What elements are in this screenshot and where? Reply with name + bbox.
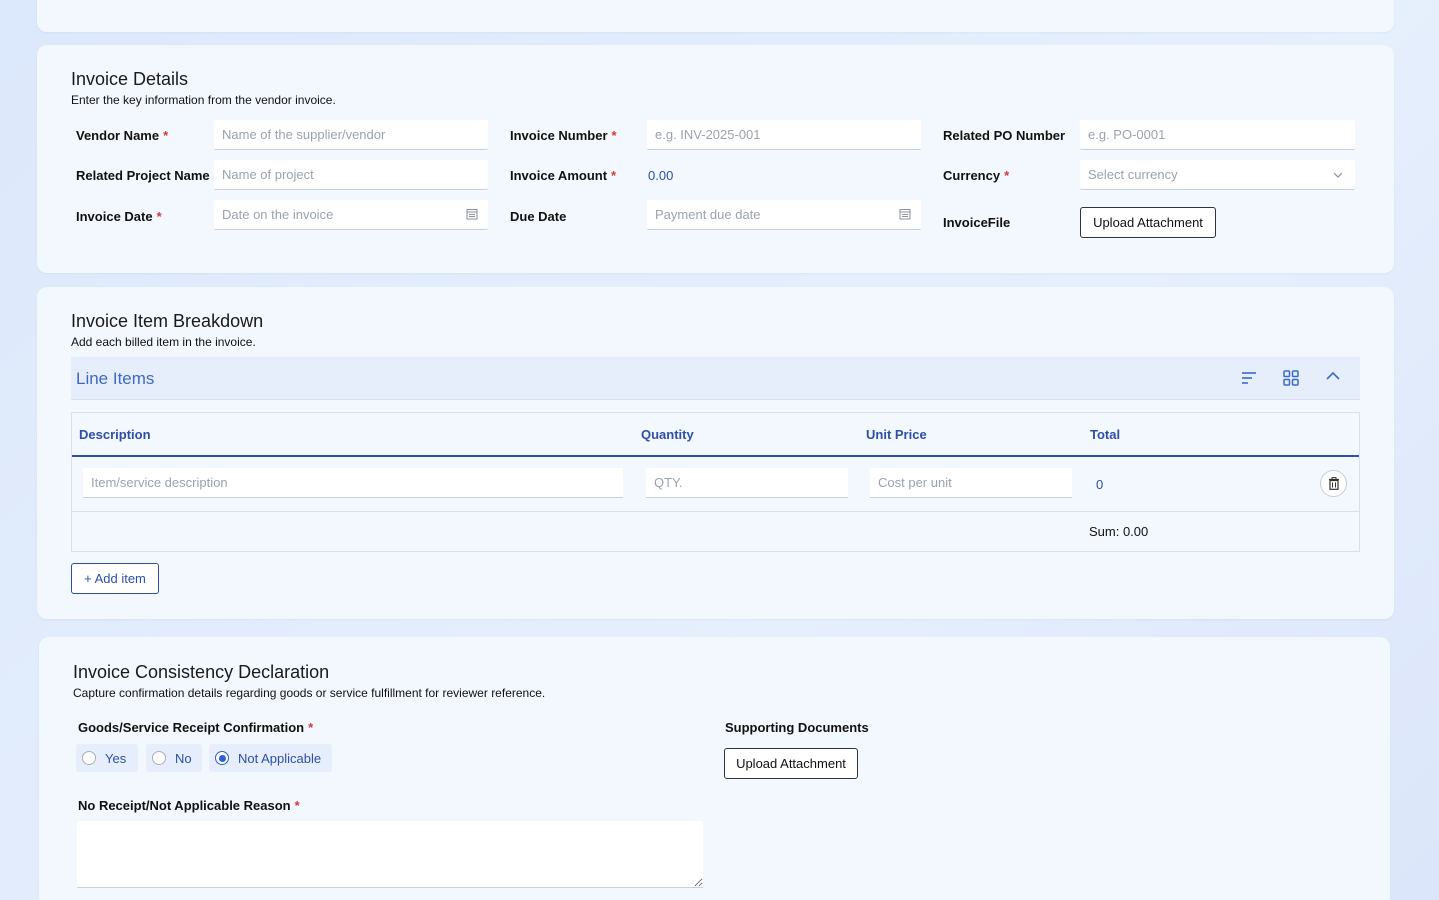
radio-option-not-applicable[interactable]: Not Applicable (209, 744, 332, 772)
quantity-input[interactable]: QTY. (646, 468, 848, 498)
add-item-button[interactable]: + Add item (71, 563, 159, 594)
supporting-upload-button[interactable]: Upload Attachment (724, 748, 858, 779)
invoice-number-label: Invoice Number * (510, 128, 617, 143)
trash-icon (1328, 477, 1339, 490)
reason-textarea[interactable] (77, 821, 703, 888)
vendor-name-label: Vendor Name * (76, 128, 169, 143)
delete-row-button[interactable] (1320, 470, 1347, 497)
receipt-confirmation-label: Goods/Service Receipt Confirmation * (78, 720, 314, 735)
line-items-panel-header: Line Items (71, 357, 1360, 400)
consistency-title: Invoice Consistency Declaration (73, 662, 330, 682)
invoice-number-input[interactable]: e.g. INV-2025-001 (647, 120, 921, 150)
invoice-file-label: InvoiceFile (943, 215, 1011, 230)
radio-option-no[interactable]: No (146, 744, 202, 772)
calendar-icon[interactable] (466, 208, 478, 220)
invoice-date-label: Invoice Date * (76, 209, 162, 224)
top-section-card (37, 0, 1394, 32)
column-header-unit-price: Unit Price (866, 427, 927, 442)
supporting-documents-label: Supporting Documents (725, 720, 869, 735)
column-header-quantity: Quantity (641, 427, 694, 442)
invoice-amount-label: Invoice Amount * (510, 168, 617, 183)
chevron-down-icon (1333, 172, 1343, 178)
row-total-value: 0 (1096, 477, 1104, 492)
due-date-input[interactable]: Payment due date (647, 200, 921, 230)
invoice-date-input[interactable]: Date on the invoice (214, 200, 488, 230)
item-breakdown-subtitle: Add each billed item in the invoice. (71, 335, 256, 349)
related-po-label: Related PO Number (943, 128, 1066, 143)
row-divider (72, 511, 1359, 512)
reason-label: No Receipt/Not Applicable Reason * (78, 798, 300, 813)
invoice-details-subtitle: Enter the key information from the vendo… (71, 93, 336, 107)
currency-select[interactable]: Select currency (1080, 160, 1355, 190)
chevron-up-icon[interactable] (1326, 371, 1340, 381)
currency-label: Currency * (943, 168, 1010, 183)
item-breakdown-title: Invoice Item Breakdown (71, 311, 264, 331)
description-input[interactable]: Item/service description (83, 468, 623, 498)
column-header-description: Description (79, 427, 151, 442)
radio-option-yes[interactable]: Yes (76, 744, 138, 772)
related-po-input[interactable]: e.g. PO-0001 (1080, 120, 1355, 150)
line-items-title: Line Items (76, 369, 155, 388)
sum-text: Sum: 0.00 (1089, 524, 1149, 539)
radio-button-selected[interactable] (215, 751, 229, 765)
radio-button[interactable] (152, 751, 166, 765)
invoice-amount-value[interactable]: 0.00 (648, 168, 673, 183)
related-project-label: Related Project Name (76, 168, 210, 183)
due-date-label: Due Date (510, 209, 567, 224)
line-items-table: Description Quantity Unit Price Total It… (71, 412, 1360, 552)
column-header-total: Total (1090, 427, 1121, 442)
sort-icon[interactable] (1241, 371, 1257, 385)
invoice-details-card (37, 45, 1394, 273)
header-divider (72, 455, 1359, 457)
invoice-file-upload-button[interactable]: Upload Attachment (1080, 207, 1216, 238)
radio-button[interactable] (82, 751, 96, 765)
vendor-name-input[interactable]: Name of the supplier/vendor (214, 120, 488, 150)
related-project-input[interactable]: Name of project (214, 160, 488, 190)
consistency-subtitle: Capture confirmation details regarding g… (73, 686, 546, 700)
calendar-icon[interactable] (899, 208, 911, 220)
grid-icon[interactable] (1283, 370, 1299, 386)
unit-price-input[interactable]: Cost per unit (870, 468, 1072, 498)
invoice-details-title: Invoice Details (71, 69, 189, 89)
